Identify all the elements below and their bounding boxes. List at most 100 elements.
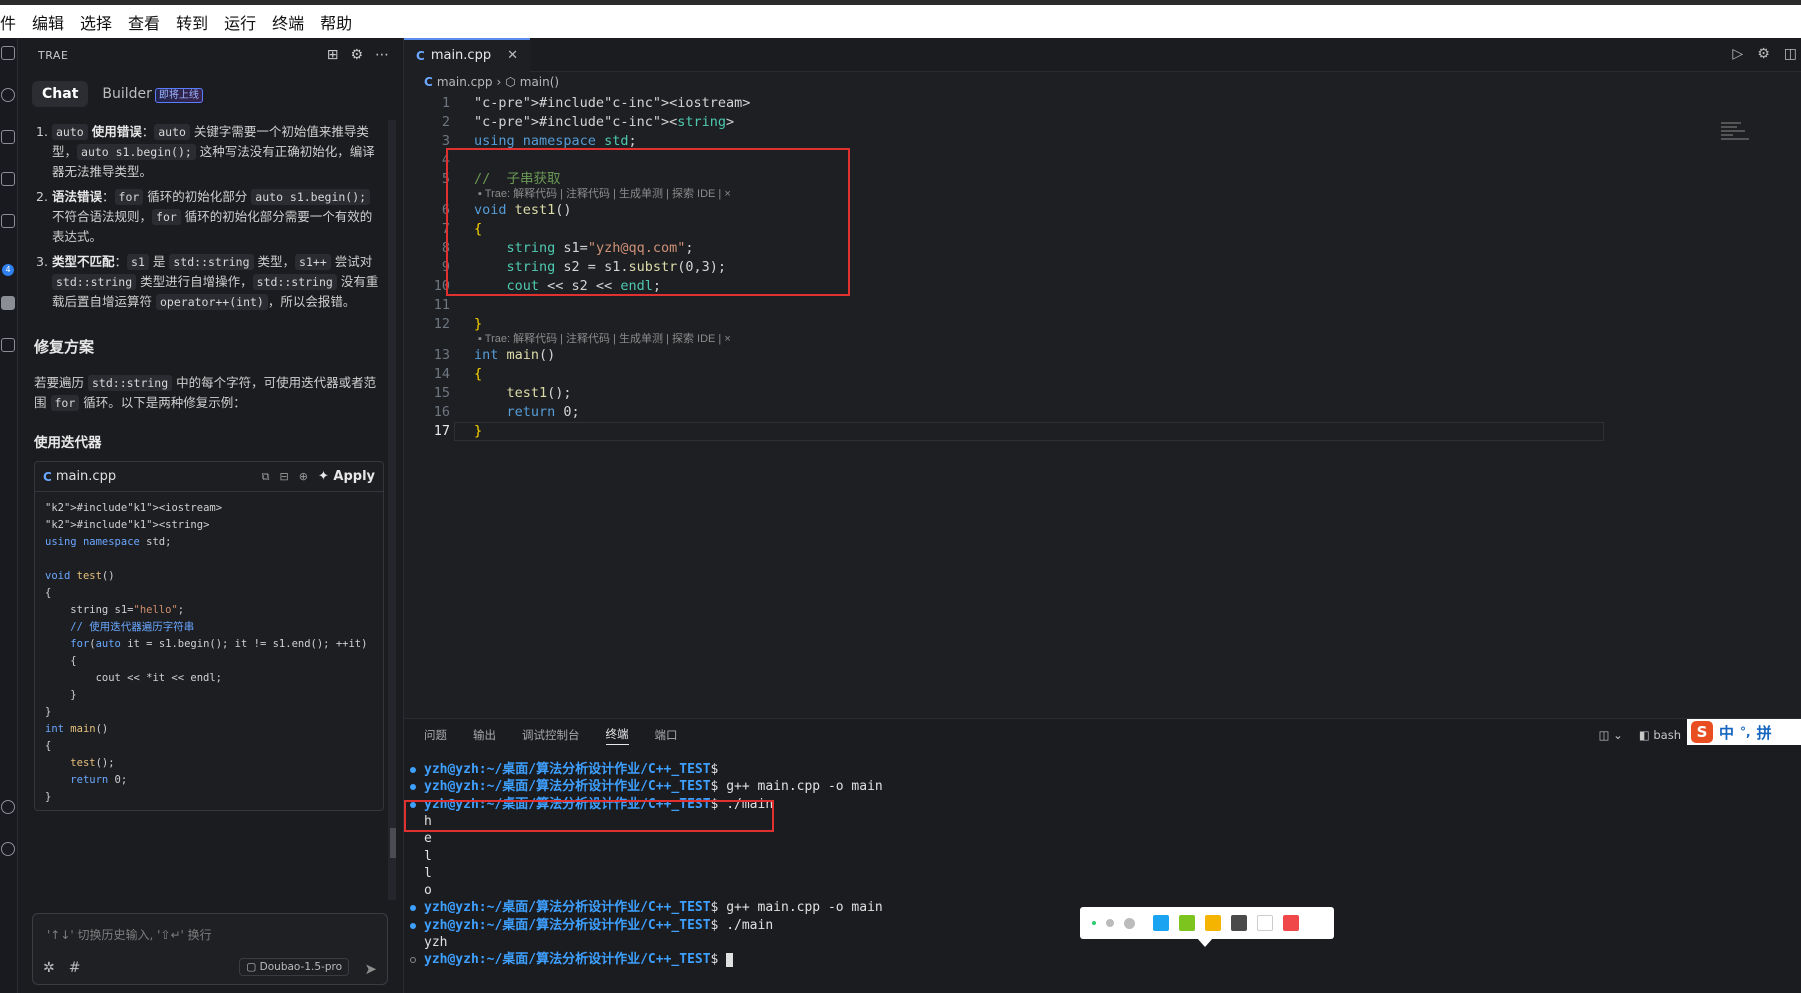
sidebar-scrollbar-track[interactable] <box>388 120 396 900</box>
menu-edit[interactable]: 编辑 <box>24 10 72 34</box>
tab-main-cpp[interactable]: C main.cpp ✕ <box>404 37 530 72</box>
apply-button[interactable]: ✦ Apply <box>318 469 375 484</box>
line-number: 8 <box>441 240 450 256</box>
list-item: 2. 语法错误： for 循环的初始化部分 auto s1.begin(); 不符… <box>36 189 373 244</box>
bottom-panel: 问题 输出 调试控制台 终端 端口 ◫ ⌄ ◧ bash S 中 °, 拼 yz… <box>404 718 1801 993</box>
breadcrumb-file[interactable]: main.cpp <box>437 75 493 89</box>
color-swatch-yellow[interactable] <box>1205 915 1221 931</box>
fix-paragraph: 若要遍历 std::string 中的每个字符，可使用迭代器或者范围 for 循… <box>34 373 384 413</box>
command-status-dot[interactable] <box>410 905 416 912</box>
terminal-shell-selector[interactable]: ◧ bash <box>1639 728 1681 742</box>
model-selector[interactable]: ▢ Doubao-1.5-pro <box>239 958 349 976</box>
line-number: 6 <box>441 202 450 218</box>
inline-code: for <box>114 189 144 205</box>
tab-terminal[interactable]: 终端 <box>605 726 629 745</box>
breadcrumb-symbol[interactable]: main() <box>520 75 559 89</box>
para-text: 循环。以下是两种修复示例： <box>83 395 246 410</box>
terminal-line: o <box>424 883 432 899</box>
more-icon[interactable]: ⋯ <box>375 47 389 63</box>
item-text: 不符合语法规则， <box>52 209 153 224</box>
ime-punct[interactable]: °, <box>1740 725 1751 739</box>
menu-help[interactable]: 帮助 <box>312 10 360 34</box>
tab-ports[interactable]: 端口 <box>655 727 678 743</box>
inline-code: for <box>50 395 80 411</box>
command-status-dot[interactable] <box>410 922 416 929</box>
box-icon[interactable] <box>1 338 15 352</box>
command-status-dot[interactable] <box>410 767 416 773</box>
tab-builder[interactable]: Builder 即将上线 <box>96 81 209 107</box>
sogou-logo-icon: S <box>1691 721 1713 743</box>
error-list: 1. auto 使用错误： auto 关键字需要一个初始值来推导类型， auto s… <box>34 122 384 312</box>
split-editor-icon[interactable]: ◫ <box>1784 46 1797 62</box>
color-swatch-blue[interactable] <box>1153 915 1169 931</box>
item-text: 尝试对 <box>334 254 373 269</box>
chat-panel-icon[interactable] <box>1 296 15 310</box>
hash-icon[interactable]: # <box>69 960 81 976</box>
pen-size-medium[interactable] <box>1106 919 1114 927</box>
cpp-file-icon: C <box>416 48 425 63</box>
tab-debug-console[interactable]: 调试控制台 <box>522 727 580 743</box>
tab-label: main.cpp <box>430 48 492 63</box>
color-swatch-white[interactable] <box>1257 915 1273 931</box>
code-card: Cmain.cpp ⧉ ⊟ ⊕ ✦ Apply "k2">#include"k1… <box>34 461 384 811</box>
command-status-dot[interactable] <box>410 957 416 964</box>
pen-size-large[interactable] <box>1124 917 1135 929</box>
list-item: 3. 类型不匹配： s1 是 std::string 类型， s1++ 尝试对 st… <box>36 254 379 310</box>
terminal-line: yzh@yzh:~/桌面/算法分析设计作业/C++_TEST$ <box>424 762 719 777</box>
menu-file[interactable]: 件 <box>0 10 24 34</box>
inline-code: std::string <box>52 274 137 290</box>
ime-lang[interactable]: 中 <box>1719 722 1734 743</box>
tab-output[interactable]: 输出 <box>473 727 496 743</box>
copy-icon[interactable]: ⧉ <box>262 470 270 484</box>
layout-icon[interactable]: ◫ ⌄ <box>1599 728 1623 742</box>
terminal-icon: ◧ <box>1638 728 1650 742</box>
menu-terminal[interactable]: 终端 <box>264 10 312 34</box>
command-status-dot[interactable] <box>410 784 416 791</box>
minimap[interactable] <box>1721 122 1761 162</box>
color-swatch-dark[interactable] <box>1231 915 1247 931</box>
card-filename-text: main.cpp <box>55 469 117 484</box>
run-icon[interactable]: ▷ <box>1732 46 1743 62</box>
extensions-icon[interactable] <box>1 214 15 228</box>
inline-code: s1 <box>127 254 149 270</box>
menu-goto[interactable]: 转到 <box>168 10 216 34</box>
line-number: 4 <box>441 152 450 168</box>
inline-code: auto <box>52 124 88 140</box>
send-icon[interactable]: ➤ <box>364 960 377 978</box>
new-chat-icon[interactable]: ⊞ <box>327 47 339 63</box>
ime-toolbar[interactable]: S 中 °, 拼 <box>1687 719 1801 745</box>
activity-bar: 4 <box>0 38 18 993</box>
color-swatch-green[interactable] <box>1179 915 1195 931</box>
explorer-icon[interactable] <box>1 46 15 60</box>
close-icon[interactable]: ✕ <box>507 48 518 63</box>
gear-icon[interactable]: ⚙ <box>1757 46 1770 62</box>
item-text: 是 <box>152 254 166 269</box>
fix-heading: 修复方案 <box>34 338 95 356</box>
add-file-icon[interactable]: ⊕ <box>299 470 308 483</box>
inline-code: auto <box>154 124 190 140</box>
tab-problems[interactable]: 问题 <box>424 727 447 743</box>
menu-view[interactable]: 查看 <box>120 10 168 34</box>
line-number: 15 <box>433 385 450 401</box>
insert-icon[interactable]: ⊟ <box>280 470 289 483</box>
source-control-icon[interactable] <box>1 130 15 144</box>
color-swatch-red[interactable] <box>1283 915 1299 931</box>
menu-select[interactable]: 选择 <box>72 10 120 34</box>
sparkle-icon[interactable]: ✲ <box>43 960 55 976</box>
run-debug-icon[interactable] <box>1 172 15 186</box>
ime-mode[interactable]: 拼 <box>1757 722 1772 743</box>
cpp-file-icon: C <box>424 75 433 89</box>
tab-chat[interactable]: Chat <box>32 81 89 107</box>
pen-size-small[interactable] <box>1092 921 1096 925</box>
menu-run[interactable]: 运行 <box>216 10 264 34</box>
sidebar-scrollbar-thumb[interactable] <box>390 828 396 858</box>
settings-gear-icon[interactable] <box>1 842 15 856</box>
account-icon[interactable] <box>1 800 15 814</box>
chat-input-box[interactable]: '↑↓' 切换历史输入, '⇧↵' 换行 ✲ # ▢ Doubao-1.5-pro… <box>32 913 388 985</box>
inline-code: auto s1.begin(); <box>251 189 371 205</box>
code-text: { <box>474 366 483 382</box>
codelens-hint[interactable]: ▪ Trae: 解释代码 | 注释代码 | 生成单测 | 探索 IDE | × <box>478 332 731 347</box>
list-item: 1. auto 使用错误： auto 关键字需要一个初始值来推导类型， auto s… <box>36 124 375 179</box>
settings-icon[interactable]: ⚙ <box>350 47 363 63</box>
search-icon[interactable] <box>1 88 15 102</box>
